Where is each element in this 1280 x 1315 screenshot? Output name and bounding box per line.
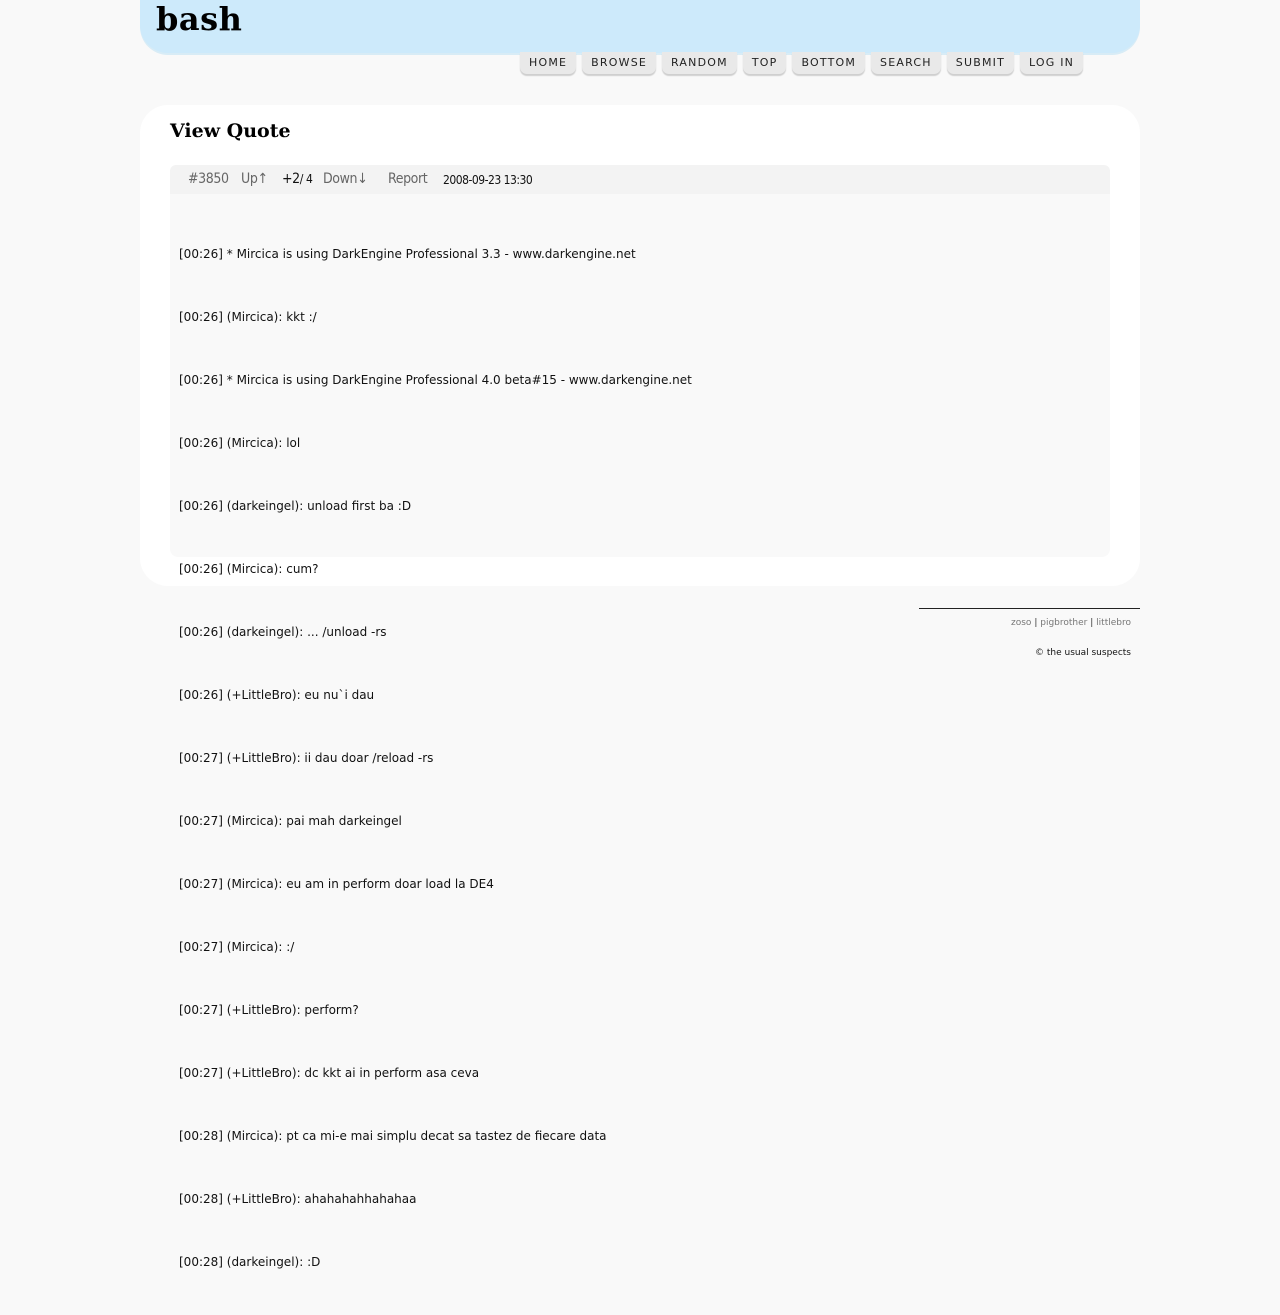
quote-line: [00:26] (Mircica): cum?	[179, 562, 319, 576]
report-button[interactable]: Report	[388, 171, 428, 187]
quote-line: [00:27] (Mircica): pai mah darkeingel	[179, 814, 402, 828]
quote-body: [00:26] * Mircica is using DarkEngine Pr…	[170, 194, 1110, 1269]
nav-top-button[interactable]: TOP	[742, 52, 787, 74]
footer-links: zoso | pigbrother | littlebro	[1011, 618, 1131, 628]
quote-line: [00:26] * Mircica is using DarkEngine Pr…	[179, 373, 692, 387]
quote-text: [00:26] * Mircica is using DarkEngine Pr…	[179, 202, 692, 1315]
quote-line: [00:26] (darkeingel): ... /unload -rs	[179, 625, 387, 639]
quote-line: [00:27] (Mircica): :/	[179, 940, 295, 954]
quote-line: [00:26] * Mircica is using DarkEngine Pr…	[179, 247, 636, 261]
quote-line: [00:27] (+LittleBro): perform?	[179, 1003, 359, 1017]
score-total: / 4	[299, 172, 313, 186]
footer-link-zoso[interactable]: zoso	[1011, 618, 1031, 628]
quote-line: [00:26] (Mircica): lol	[179, 436, 301, 450]
quote-line: [00:26] (darkeingel): unload first ba :D	[179, 499, 412, 513]
nav-browse-button[interactable]: BROWSE	[582, 52, 657, 74]
footer-divider	[919, 608, 1140, 609]
quote-line: [00:28] (darkeingel): :D	[179, 1255, 321, 1269]
quote-line: [00:26] (Mircica): kkt :/	[179, 310, 317, 324]
footer-link-pigbrother[interactable]: pigbrother	[1040, 618, 1087, 628]
footer-copyright: © the usual suspects	[1035, 648, 1131, 658]
nav-search-button[interactable]: SEARCH	[871, 52, 941, 74]
nav-bottom-button[interactable]: BOTTOM	[792, 52, 866, 74]
page-title: View Quote	[170, 120, 291, 142]
quote-line: [00:27] (Mircica): eu am in perform doar…	[179, 877, 494, 891]
quote-line: [00:27] (+LittleBro): dc kkt ai in perfo…	[179, 1066, 480, 1080]
quote-line: [00:26] (+LittleBro): eu nu`i dau	[179, 688, 375, 702]
quote-line: [00:28] (+LittleBro): ahahahahhahahaa	[179, 1192, 417, 1206]
content-panel: View Quote #3850 Up↑ +2/ 4 Down↓ Report …	[140, 105, 1140, 1269]
quote-line: [00:27] (+LittleBro): ii dau doar /reloa…	[179, 751, 434, 765]
upvote-button[interactable]: Up↑	[241, 171, 268, 187]
site-header: bash	[140, 0, 1140, 53]
footer-separator: |	[1090, 618, 1094, 628]
footer-separator: |	[1034, 618, 1038, 628]
nav-login-button[interactable]: LOG IN	[1020, 52, 1084, 74]
score-value: +2	[282, 171, 300, 187]
quote-date: 2008-09-23 13:30	[443, 173, 533, 187]
footer-link-littlebro[interactable]: littlebro	[1096, 618, 1131, 628]
site-logo[interactable]: bash	[156, 0, 242, 38]
main-nav: HOME BROWSE RANDOM TOP BOTTOM SEARCH SUB…	[520, 52, 1084, 74]
nav-random-button[interactable]: RANDOM	[662, 52, 737, 74]
nav-submit-button[interactable]: SUBMIT	[946, 52, 1014, 74]
nav-home-button[interactable]: HOME	[520, 52, 577, 74]
quote-id-link[interactable]: #3850	[188, 171, 229, 187]
quote-line: [00:28] (Mircica): pt ca mi-e mai simplu…	[179, 1129, 607, 1143]
quote-score: +2/ 4	[282, 171, 313, 187]
quote-toolbar: #3850 Up↑ +2/ 4 Down↓ Report 2008-09-23 …	[170, 165, 1110, 194]
downvote-button[interactable]: Down↓	[323, 171, 368, 187]
